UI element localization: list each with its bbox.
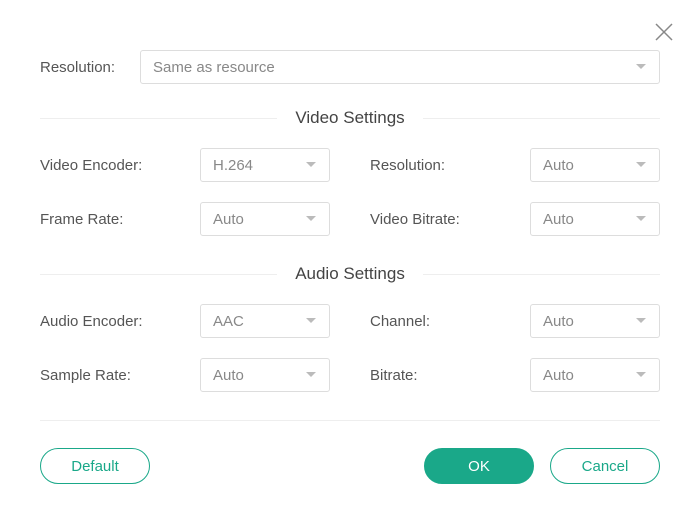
video-resolution-row: Resolution: Auto bbox=[370, 146, 660, 184]
video-encoder-label: Video Encoder: bbox=[40, 157, 200, 174]
footer: Default OK Cancel bbox=[40, 448, 660, 484]
select-value: Auto bbox=[543, 313, 574, 330]
divider bbox=[40, 118, 277, 119]
chevron-down-icon bbox=[635, 210, 647, 228]
chevron-down-icon bbox=[305, 210, 317, 228]
ok-button[interactable]: OK bbox=[424, 448, 534, 484]
video-settings-header: Video Settings bbox=[40, 108, 660, 128]
channel-select[interactable]: Auto bbox=[530, 304, 660, 338]
chevron-down-icon bbox=[305, 156, 317, 174]
close-icon bbox=[653, 21, 675, 43]
footer-divider bbox=[40, 420, 660, 421]
sample-rate-row: Sample Rate: Auto bbox=[40, 356, 330, 394]
chevron-down-icon bbox=[635, 58, 647, 76]
video-resolution-label: Resolution: bbox=[370, 157, 530, 174]
channel-row: Channel: Auto bbox=[370, 302, 660, 340]
audio-encoder-select[interactable]: AAC bbox=[200, 304, 330, 338]
select-value: H.264 bbox=[213, 157, 253, 174]
audio-encoder-label: Audio Encoder: bbox=[40, 313, 200, 330]
video-encoder-select[interactable]: H.264 bbox=[200, 148, 330, 182]
button-label: Default bbox=[71, 458, 119, 475]
top-resolution-select[interactable]: Same as resource bbox=[140, 50, 660, 84]
settings-panel: Resolution: Same as resource Video Setti… bbox=[0, 0, 700, 410]
select-value: Auto bbox=[543, 367, 574, 384]
frame-rate-select[interactable]: Auto bbox=[200, 202, 330, 236]
chevron-down-icon bbox=[635, 366, 647, 384]
audio-settings-title: Audio Settings bbox=[277, 264, 423, 284]
divider bbox=[423, 274, 660, 275]
audio-bitrate-row: Bitrate: Auto bbox=[370, 356, 660, 394]
default-button[interactable]: Default bbox=[40, 448, 150, 484]
audio-bitrate-label: Bitrate: bbox=[370, 367, 530, 384]
audio-bitrate-select[interactable]: Auto bbox=[530, 358, 660, 392]
cancel-button[interactable]: Cancel bbox=[550, 448, 660, 484]
select-value: Auto bbox=[543, 211, 574, 228]
audio-settings-header: Audio Settings bbox=[40, 264, 660, 284]
top-resolution-row: Resolution: Same as resource bbox=[40, 50, 660, 84]
video-settings-grid: Video Encoder: H.264 Frame Rate: Auto Re… bbox=[40, 146, 660, 254]
button-label: Cancel bbox=[582, 458, 629, 475]
chevron-down-icon bbox=[635, 312, 647, 330]
sample-rate-select[interactable]: Auto bbox=[200, 358, 330, 392]
select-value: Same as resource bbox=[153, 59, 275, 76]
select-value: Auto bbox=[213, 367, 244, 384]
video-bitrate-row: Video Bitrate: Auto bbox=[370, 200, 660, 238]
video-settings-title: Video Settings bbox=[277, 108, 422, 128]
chevron-down-icon bbox=[635, 156, 647, 174]
close-button[interactable] bbox=[650, 18, 678, 46]
channel-label: Channel: bbox=[370, 313, 530, 330]
chevron-down-icon bbox=[305, 366, 317, 384]
sample-rate-label: Sample Rate: bbox=[40, 367, 200, 384]
frame-rate-label: Frame Rate: bbox=[40, 211, 200, 228]
video-encoder-row: Video Encoder: H.264 bbox=[40, 146, 330, 184]
video-bitrate-select[interactable]: Auto bbox=[530, 202, 660, 236]
top-resolution-label: Resolution: bbox=[40, 59, 140, 76]
audio-encoder-row: Audio Encoder: AAC bbox=[40, 302, 330, 340]
frame-rate-row: Frame Rate: Auto bbox=[40, 200, 330, 238]
select-value: Auto bbox=[543, 157, 574, 174]
select-value: AAC bbox=[213, 313, 244, 330]
divider bbox=[423, 118, 660, 119]
video-bitrate-label: Video Bitrate: bbox=[370, 211, 530, 228]
select-value: Auto bbox=[213, 211, 244, 228]
audio-settings-grid: Audio Encoder: AAC Sample Rate: Auto Cha… bbox=[40, 302, 660, 410]
button-label: OK bbox=[468, 458, 490, 475]
divider bbox=[40, 274, 277, 275]
chevron-down-icon bbox=[305, 312, 317, 330]
video-resolution-select[interactable]: Auto bbox=[530, 148, 660, 182]
